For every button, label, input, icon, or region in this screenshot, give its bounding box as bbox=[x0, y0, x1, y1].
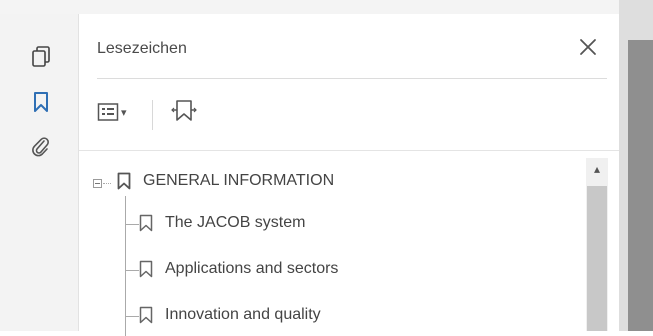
bookmark-label: Applications and sectors bbox=[165, 260, 339, 277]
document-edge-shadow bbox=[628, 40, 653, 331]
bookmark-label: The JACOB system bbox=[165, 214, 306, 231]
paperclip-icon[interactable] bbox=[30, 136, 52, 158]
close-icon bbox=[580, 39, 596, 55]
bookmark-item[interactable]: Innovation and quality bbox=[139, 306, 321, 324]
top-strip bbox=[0, 0, 653, 14]
scroll-up-button[interactable]: ▴ bbox=[586, 158, 608, 180]
bookmark-icon bbox=[117, 172, 131, 190]
collapse-toggle[interactable] bbox=[93, 179, 102, 188]
bookmark-icon[interactable] bbox=[30, 91, 52, 113]
chevron-down-icon: ▾ bbox=[121, 106, 127, 119]
page-thumbnails-icon[interactable] bbox=[30, 46, 52, 68]
options-menu-button[interactable]: ▾ bbox=[97, 102, 127, 122]
tree-connector bbox=[125, 224, 139, 225]
close-button[interactable] bbox=[575, 34, 601, 60]
bookmark-icon bbox=[139, 306, 153, 324]
bookmark-tag-icon bbox=[171, 100, 197, 121]
bookmark-icon bbox=[139, 214, 153, 232]
toolbar-divider bbox=[152, 100, 153, 130]
chevron-up-icon: ▴ bbox=[593, 162, 601, 176]
navigation-rail bbox=[0, 14, 79, 331]
bookmark-icon bbox=[139, 260, 153, 278]
scroll-thumb[interactable] bbox=[587, 186, 607, 331]
scrollbar[interactable]: ▴ bbox=[586, 158, 608, 331]
bookmark-item[interactable]: The JACOB system bbox=[139, 214, 305, 232]
bookmarks-panel: Lesezeichen ▾ GENERAL INFORMATION The JA… bbox=[79, 14, 619, 336]
expand-bookmark-button[interactable] bbox=[171, 98, 197, 126]
list-options-icon bbox=[97, 103, 119, 121]
bookmark-label: Innovation and quality bbox=[165, 306, 321, 323]
bookmark-item[interactable]: Applications and sectors bbox=[139, 260, 338, 278]
bookmark-label: GENERAL INFORMATION bbox=[143, 172, 335, 189]
tree-connector bbox=[125, 270, 139, 271]
panel-title: Lesezeichen bbox=[97, 40, 187, 57]
tree-connector bbox=[125, 196, 126, 336]
bookmark-root[interactable]: GENERAL INFORMATION bbox=[117, 172, 334, 190]
tree-connector bbox=[125, 316, 139, 317]
header-divider bbox=[97, 78, 607, 79]
tree-connector bbox=[103, 183, 111, 184]
